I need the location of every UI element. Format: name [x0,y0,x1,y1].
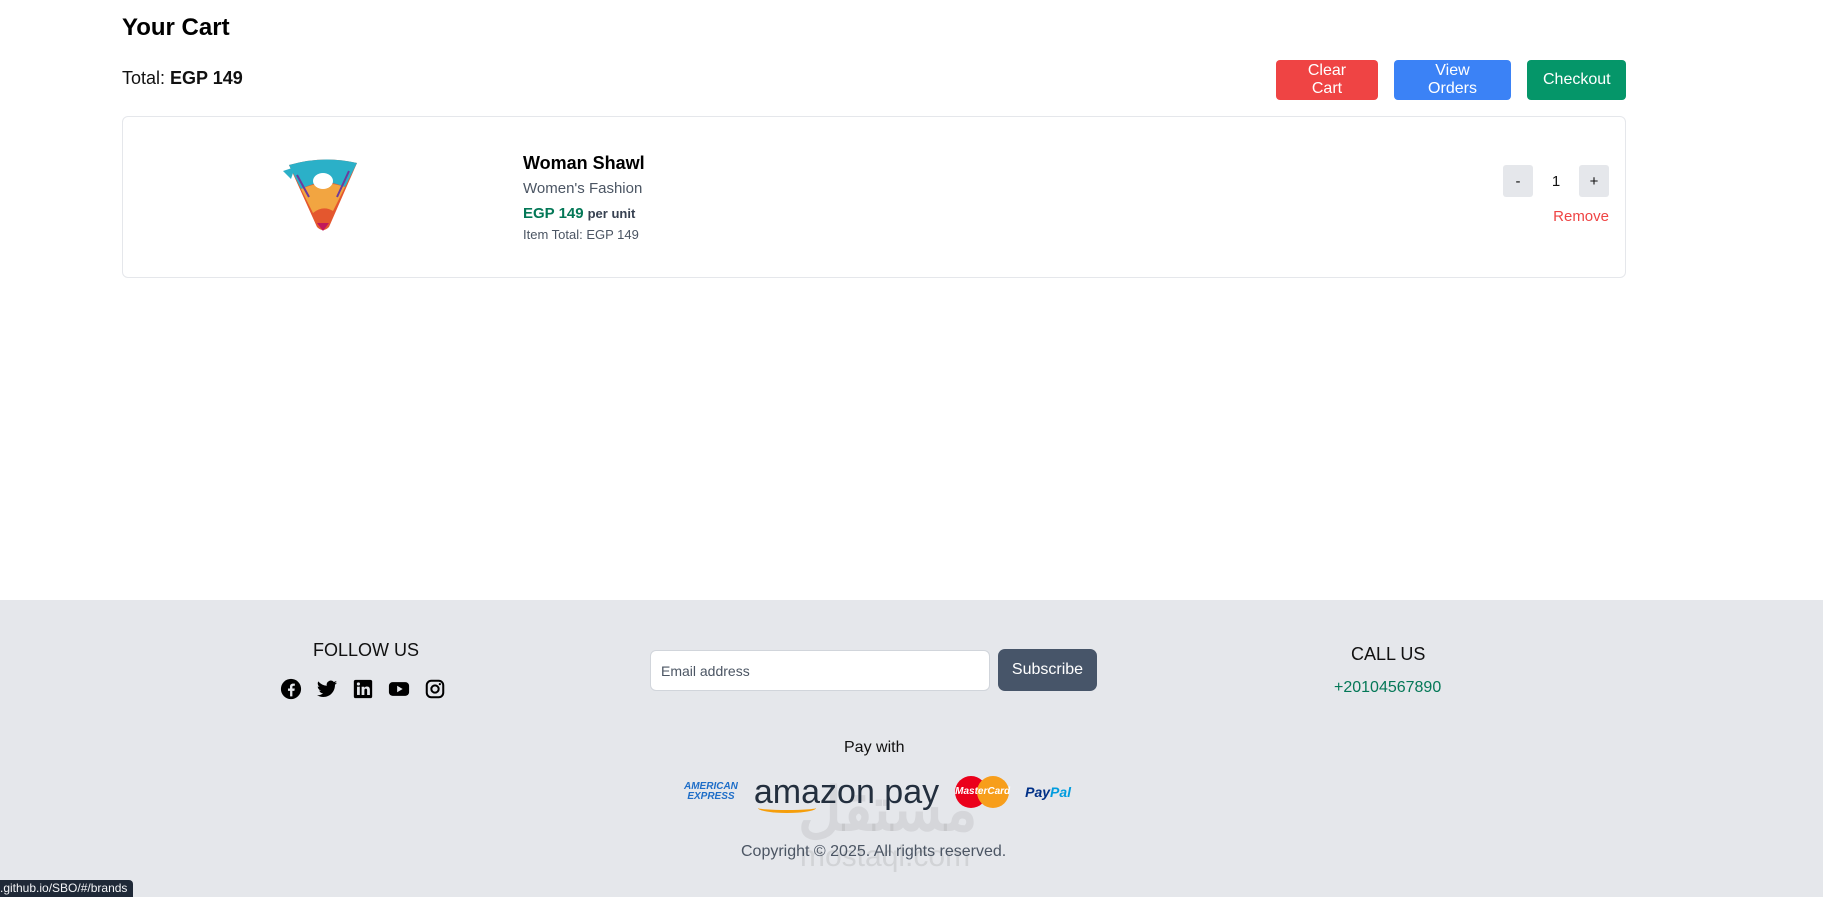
site-footer: FOLLOW US Subscribe CALL US +20104567890… [0,600,1823,897]
instagram-icon[interactable] [424,678,446,700]
item-name: Woman Shawl [523,153,645,173]
paypal-logo: PayPal [1025,784,1071,800]
cart-page: Your Cart Total: EGP 149 Clear Cart View… [0,0,1823,600]
amazon-pay-logo: amazon pay [754,775,939,813]
quantity-stepper: - 1 + [1503,165,1609,197]
item-total: Item Total: EGP 149 [523,227,639,242]
email-field[interactable] [650,650,990,691]
twitter-icon[interactable] [316,678,338,700]
item-price: EGP 149 per unit [523,205,635,222]
amex-line2: EXPRESS [687,791,735,802]
remove-item-link[interactable]: Remove [1553,208,1609,225]
copyright-text: Copyright © 2025. All rights reserved. [741,843,1007,860]
view-orders-button[interactable]: View Orders [1394,60,1511,100]
page-title: Your Cart [122,14,230,41]
increment-button[interactable]: + [1579,165,1609,197]
total-value: EGP 149 [170,68,243,88]
facebook-icon[interactable] [280,678,302,700]
checkout-button[interactable]: Checkout [1527,60,1626,100]
youtube-icon[interactable] [388,678,410,700]
social-links [280,678,446,700]
product-image [283,157,363,233]
item-unit-price: EGP 149 [523,205,584,222]
cart-total: Total: EGP 149 [122,68,243,89]
phone-number[interactable]: +20104567890 [1334,679,1441,697]
amazon-smile-icon [757,803,816,813]
paypal-pal: Pal [1050,784,1072,800]
pay-with-label: Pay with [844,739,905,756]
payment-logos: AMERICAN EXPRESS amazon pay MasterCard P… [684,772,1071,813]
item-category: Women's Fashion [523,180,643,197]
per-unit-label: per unit [587,206,636,221]
follow-us-heading: FOLLOW US [313,640,420,660]
total-label: Total: [122,68,166,88]
call-us-heading: CALL US [1351,644,1426,664]
paypal-pay: Pay [1025,784,1051,800]
quantity-value: 1 [1551,172,1561,190]
linkedin-icon[interactable] [352,678,374,700]
mastercard-logo: MasterCard [955,774,1011,810]
cart-item-card: Woman Shawl Women's Fashion EGP 149 per u… [122,116,1626,278]
mastercard-text: MasterCard [955,786,1011,797]
amex-logo: AMERICAN EXPRESS [684,782,738,802]
subscribe-button[interactable]: Subscribe [998,649,1097,691]
status-bar-url: .github.io/SBO/#/brands [0,880,134,897]
decrement-button[interactable]: - [1503,165,1533,197]
clear-cart-button[interactable]: Clear Cart [1276,60,1378,100]
